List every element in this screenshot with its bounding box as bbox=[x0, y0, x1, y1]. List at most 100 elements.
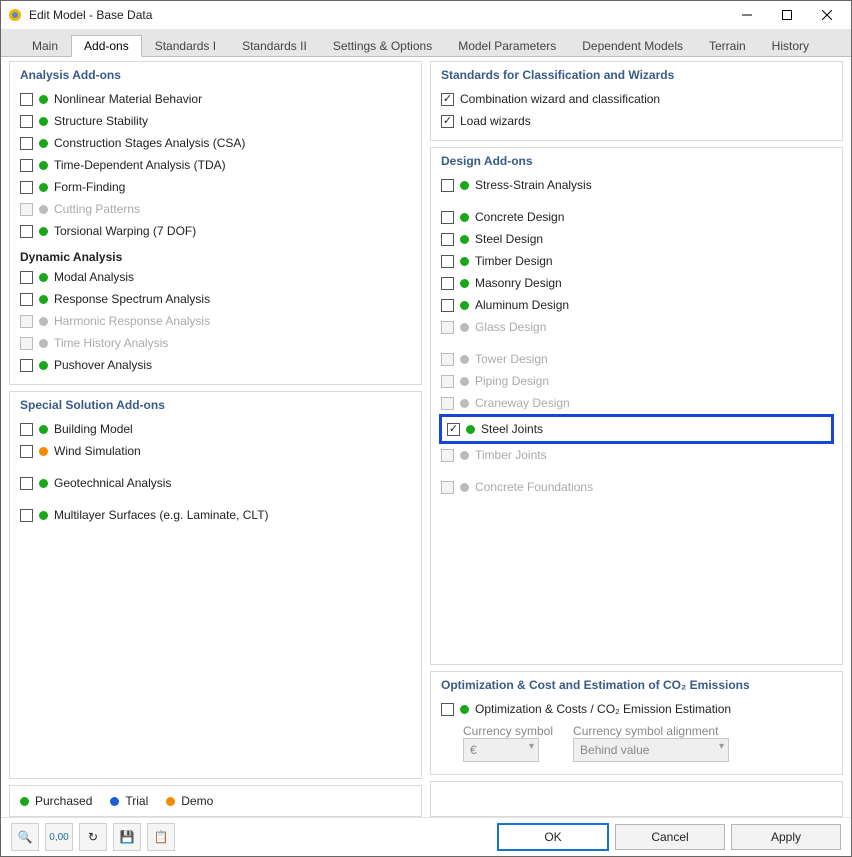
tool-save-icon[interactable]: 💾 bbox=[113, 823, 141, 851]
panel-title: Special Solution Add-ons bbox=[20, 398, 411, 412]
panel-analysis-addons: Analysis Add-ons Nonlinear Material Beha… bbox=[9, 61, 422, 385]
addon-label: Time History Analysis bbox=[54, 336, 168, 350]
status-dot-icon bbox=[39, 183, 48, 192]
checkbox[interactable] bbox=[20, 423, 33, 436]
tab-terrain[interactable]: Terrain bbox=[696, 35, 759, 56]
status-dot-icon bbox=[39, 161, 48, 170]
ok-button[interactable]: OK bbox=[497, 823, 609, 851]
panel-title: Optimization & Cost and Estimation of CO… bbox=[441, 678, 832, 692]
addon-row: Structure Stability bbox=[20, 110, 411, 132]
addon-row: Pushover Analysis bbox=[20, 354, 411, 376]
checkbox[interactable] bbox=[20, 159, 33, 172]
checkbox[interactable] bbox=[441, 299, 454, 312]
addon-row: Steel Design bbox=[441, 228, 832, 250]
checkbox[interactable] bbox=[20, 137, 33, 150]
footer: 🔍 0,00 ↻ 💾 📋 OK Cancel Apply bbox=[1, 817, 851, 856]
checkbox[interactable] bbox=[20, 225, 33, 238]
addon-row: Optimization & Costs / CO₂ Emission Esti… bbox=[441, 698, 832, 720]
checkbox[interactable] bbox=[441, 233, 454, 246]
checkbox[interactable] bbox=[441, 277, 454, 290]
maximize-button[interactable] bbox=[767, 1, 807, 29]
addon-row: Stress-Strain Analysis bbox=[441, 174, 832, 196]
checkbox bbox=[441, 397, 454, 410]
checkbox[interactable] bbox=[20, 293, 33, 306]
status-dot-icon bbox=[460, 235, 469, 244]
addon-row: Construction Stages Analysis (CSA) bbox=[20, 132, 411, 154]
addon-label: Torsional Warping (7 DOF) bbox=[54, 224, 196, 238]
addon-row: Harmonic Response Analysis bbox=[20, 310, 411, 332]
checkbox bbox=[20, 315, 33, 328]
addon-label: Optimization & Costs / CO₂ Emission Esti… bbox=[475, 702, 731, 716]
checkbox[interactable] bbox=[441, 255, 454, 268]
close-button[interactable] bbox=[807, 1, 847, 29]
tab-bar: MainAdd-onsStandards IStandards IISettin… bbox=[1, 29, 851, 57]
legend-demo: Demo bbox=[166, 794, 213, 808]
checkbox[interactable] bbox=[447, 423, 460, 436]
addon-label: Piping Design bbox=[475, 374, 549, 388]
tab-settings-options[interactable]: Settings & Options bbox=[320, 35, 445, 56]
currency-symbol-select[interactable]: € bbox=[463, 738, 539, 762]
checkbox bbox=[441, 353, 454, 366]
tab-standards-ii[interactable]: Standards II bbox=[229, 35, 320, 56]
legend-panel: Purchased Trial Demo bbox=[9, 785, 422, 817]
status-dot-icon bbox=[39, 511, 48, 520]
apply-button[interactable]: Apply bbox=[731, 824, 841, 850]
addon-label: Load wizards bbox=[460, 114, 531, 128]
addon-label: Building Model bbox=[54, 422, 133, 436]
tool-units-icon[interactable]: 0,00 bbox=[45, 823, 73, 851]
status-dot-icon bbox=[460, 705, 469, 714]
tab-history[interactable]: History bbox=[759, 35, 822, 56]
optimization-options: Currency symbol € Currency symbol alignm… bbox=[463, 724, 832, 762]
panel-standards: Standards for Classification and Wizards… bbox=[430, 61, 843, 141]
panel-special-addons: Special Solution Add-ons Building ModelW… bbox=[9, 391, 422, 779]
addon-row: Geotechnical Analysis bbox=[20, 472, 411, 494]
legend-purchased: Purchased bbox=[20, 794, 92, 808]
addon-label: Construction Stages Analysis (CSA) bbox=[54, 136, 245, 150]
checkbox bbox=[20, 203, 33, 216]
tab-model-parameters[interactable]: Model Parameters bbox=[445, 35, 569, 56]
checkbox[interactable] bbox=[441, 115, 454, 128]
status-dot-icon bbox=[39, 447, 48, 456]
tab-standards-i[interactable]: Standards I bbox=[142, 35, 229, 56]
currency-alignment-label: Currency symbol alignment bbox=[573, 724, 729, 738]
addon-label: Form-Finding bbox=[54, 180, 125, 194]
addon-row: Timber Joints bbox=[441, 444, 832, 466]
addon-label: Glass Design bbox=[475, 320, 546, 334]
tab-add-ons[interactable]: Add-ons bbox=[71, 35, 142, 57]
checkbox[interactable] bbox=[441, 703, 454, 716]
tool-help-icon[interactable]: 🔍 bbox=[11, 823, 39, 851]
content-area: Analysis Add-ons Nonlinear Material Beha… bbox=[1, 57, 851, 817]
checkbox[interactable] bbox=[20, 477, 33, 490]
checkbox[interactable] bbox=[441, 179, 454, 192]
checkbox[interactable] bbox=[20, 181, 33, 194]
status-dot-icon bbox=[39, 273, 48, 282]
status-dot-icon bbox=[39, 295, 48, 304]
currency-symbol-label: Currency symbol bbox=[463, 724, 553, 738]
tool-refresh-icon[interactable]: ↻ bbox=[79, 823, 107, 851]
addon-row: Combination wizard and classification bbox=[441, 88, 832, 110]
tab-main[interactable]: Main bbox=[19, 35, 71, 56]
tab-dependent-models[interactable]: Dependent Models bbox=[569, 35, 696, 56]
tool-list-icon[interactable]: 📋 bbox=[147, 823, 175, 851]
cancel-button[interactable]: Cancel bbox=[615, 824, 725, 850]
status-dot-icon bbox=[460, 323, 469, 332]
checkbox[interactable] bbox=[20, 359, 33, 372]
checkbox[interactable] bbox=[441, 93, 454, 106]
currency-alignment-select[interactable]: Behind value bbox=[573, 738, 729, 762]
checkbox[interactable] bbox=[20, 115, 33, 128]
checkbox[interactable] bbox=[20, 93, 33, 106]
checkbox[interactable] bbox=[20, 445, 33, 458]
addon-label: Timber Design bbox=[475, 254, 553, 268]
checkbox[interactable] bbox=[441, 211, 454, 224]
checkbox[interactable] bbox=[20, 271, 33, 284]
addon-row: Form-Finding bbox=[20, 176, 411, 198]
status-dot-icon bbox=[166, 797, 175, 806]
checkbox bbox=[441, 449, 454, 462]
addon-label: Stress-Strain Analysis bbox=[475, 178, 592, 192]
addon-label: Nonlinear Material Behavior bbox=[54, 92, 202, 106]
titlebar: Edit Model - Base Data bbox=[1, 1, 851, 29]
minimize-button[interactable] bbox=[727, 1, 767, 29]
checkbox[interactable] bbox=[20, 509, 33, 522]
addon-row: Time-Dependent Analysis (TDA) bbox=[20, 154, 411, 176]
addon-row: Cutting Patterns bbox=[20, 198, 411, 220]
